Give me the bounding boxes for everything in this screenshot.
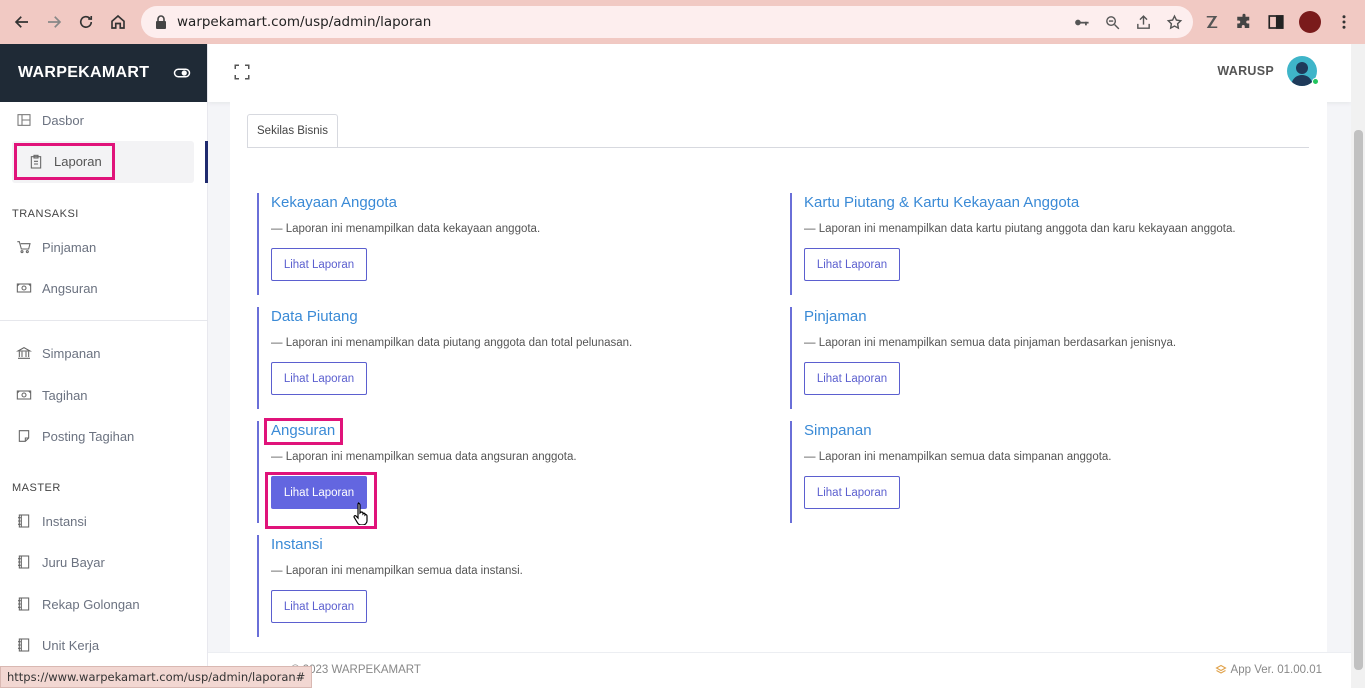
report-title[interactable]: Kartu Piutang & Kartu Kekayaan Anggota <box>804 194 1236 211</box>
share-icon[interactable] <box>1135 14 1152 31</box>
sidebar-item-instansi[interactable]: Instansi <box>0 506 208 536</box>
report-description: — Laporan ini menampilkan data kekayaan … <box>271 223 541 235</box>
report-instansi: Instansi — Laporan ini menampilkan semua… <box>257 535 523 637</box>
extensions-icon[interactable] <box>1235 13 1253 31</box>
username[interactable]: WARUSP <box>1217 64 1274 78</box>
report-title[interactable]: Instansi <box>271 536 523 553</box>
sidebar-item-pinjaman[interactable]: Pinjaman <box>0 232 208 262</box>
report-description: — Laporan ini menampilkan semua data ang… <box>271 451 577 463</box>
sidebar-divider <box>0 320 208 321</box>
sidebar-item-rekap-golongan[interactable]: Rekap Golongan <box>0 589 208 619</box>
book-icon <box>18 514 30 528</box>
hand-cursor-icon <box>353 502 368 525</box>
browser-toolbar: warpekamart.com/usp/admin/laporan <box>0 0 1365 44</box>
section-master: MASTER <box>12 482 61 494</box>
book-icon <box>18 638 30 652</box>
url-text: warpekamart.com/usp/admin/laporan <box>177 14 432 30</box>
sidebar-item-tagihan[interactable]: Tagihan <box>0 380 208 410</box>
book-icon <box>18 597 30 611</box>
report-data-piutang: Data Piutang — Laporan ini menampilkan d… <box>257 307 632 409</box>
status-url: https://www.warpekamart.com/usp/admin/la… <box>0 666 313 688</box>
report-description: — Laporan ini menampilkan semua data ins… <box>271 565 523 577</box>
scrollbar-thumb[interactable] <box>1354 130 1363 670</box>
section-transaksi: TRANSAKSI <box>12 208 79 220</box>
report-description: — Laporan ini menampilkan semua data sim… <box>804 451 1112 463</box>
sidebar-item-label: Angsuran <box>42 280 98 296</box>
address-bar[interactable]: warpekamart.com/usp/admin/laporan <box>141 6 1193 38</box>
fullscreen-icon[interactable] <box>233 63 251 81</box>
zoom-icon[interactable] <box>1104 14 1121 31</box>
report-kekayaan-anggota: Kekayaan Anggota — Laporan ini menampilk… <box>257 193 540 295</box>
report-card: Sekilas Bisnis Kekayaan Anggota — Lapora… <box>230 102 1327 652</box>
sidebar-item-simpanan[interactable]: Simpanan <box>0 338 208 368</box>
lihat-laporan-button[interactable]: Lihat Laporan <box>804 362 900 395</box>
active-indicator <box>205 141 208 183</box>
menu-kebab-icon[interactable] <box>1335 13 1353 31</box>
report-simpanan: Simpanan — Laporan ini menampilkan semua… <box>790 421 1112 523</box>
highlight-angsuran-title <box>264 418 343 445</box>
sidebar-item-label: Juru Bayar <box>42 554 105 570</box>
sidebar-item-label: Instansi <box>42 513 87 529</box>
page-footer: © 2023 WARPEKAMART App Ver. 01.00.01 <box>208 652 1351 688</box>
lihat-laporan-button[interactable]: Lihat Laporan <box>804 248 900 281</box>
clipboard-icon <box>30 154 42 169</box>
report-title[interactable]: Data Piutang <box>271 308 632 325</box>
lihat-laporan-button[interactable]: Lihat Laporan <box>271 362 367 395</box>
tab-sekilas-bisnis[interactable]: Sekilas Bisnis <box>247 114 338 147</box>
sidebar: WARPEKAMART Dasbor Laporan TRANSAKSI Pin… <box>0 44 208 688</box>
version-text: App Ver. 01.00.01 <box>1230 664 1322 676</box>
sidebar-item-label: Posting Tagihan <box>42 428 135 444</box>
sidepanel-icon[interactable] <box>1267 13 1285 31</box>
sidebar-item-label: Rekap Golongan <box>42 596 140 612</box>
dashboard-icon <box>17 114 31 126</box>
sidebar-item-label: Pinjaman <box>42 239 97 255</box>
back-icon[interactable] <box>6 6 38 38</box>
report-title[interactable]: Kekayaan Anggota <box>271 194 540 211</box>
lihat-laporan-button[interactable]: Lihat Laporan <box>271 248 367 281</box>
sidebar-item-label: Simpanan <box>42 345 101 361</box>
report-description: — Laporan ini menampilkan data piutang a… <box>271 337 633 349</box>
sidebar-item-posting-tagihan[interactable]: Posting Tagihan <box>0 421 208 451</box>
forward-icon[interactable] <box>38 6 70 38</box>
report-title[interactable]: Pinjaman <box>804 308 1176 325</box>
toggle-icon[interactable] <box>173 64 191 82</box>
bank-icon <box>16 347 32 359</box>
brand-name: WARPEKAMART <box>18 64 150 81</box>
cart-icon <box>17 241 31 254</box>
sidebar-item-laporan[interactable]: Laporan <box>14 143 115 180</box>
report-description: — Laporan ini menampilkan semua data pin… <box>804 337 1177 349</box>
top-header: WARUSP <box>208 44 1351 102</box>
reload-icon[interactable] <box>70 6 102 38</box>
tab-divider <box>247 147 1309 148</box>
layers-icon <box>1214 664 1227 674</box>
star-icon[interactable] <box>1166 13 1183 31</box>
profile-avatar[interactable] <box>1299 11 1321 33</box>
report-title[interactable]: Simpanan <box>804 422 1112 439</box>
sidebar-item-angsuran[interactable]: Angsuran <box>0 273 208 303</box>
report-pinjaman: Pinjaman — Laporan ini menampilkan semua… <box>790 307 1176 409</box>
key-icon[interactable] <box>1073 14 1090 31</box>
sidebar-item-juru-bayar[interactable]: Juru Bayar <box>0 547 208 577</box>
brand-header: WARPEKAMART <box>0 44 207 102</box>
report-description: — Laporan ini menampilkan data kartu piu… <box>804 223 1236 235</box>
home-icon[interactable] <box>102 6 134 38</box>
lihat-laporan-button[interactable]: Lihat Laporan <box>271 590 367 623</box>
sidebar-item-label: Unit Kerja <box>42 637 100 653</box>
money-icon <box>16 283 32 293</box>
money-icon <box>16 390 32 400</box>
report-kartu-piutang: Kartu Piutang & Kartu Kekayaan Anggota —… <box>790 193 1236 295</box>
page-scrollbar[interactable] <box>1351 44 1365 688</box>
sidebar-item-label: Dasbor <box>42 112 84 128</box>
app-version: App Ver. 01.00.01 <box>1214 664 1322 676</box>
sidebar-item-label: Laporan <box>54 154 102 169</box>
z-extension-icon[interactable] <box>1203 13 1221 31</box>
note-icon <box>18 430 30 442</box>
lock-icon <box>156 15 166 29</box>
sidebar-item-dasbor[interactable]: Dasbor <box>0 105 208 135</box>
sidebar-item-label: Tagihan <box>42 387 88 403</box>
online-indicator <box>1312 78 1319 85</box>
lihat-laporan-button[interactable]: Lihat Laporan <box>804 476 900 509</box>
book-icon <box>18 555 30 569</box>
sidebar-item-unit-kerja[interactable]: Unit Kerja <box>0 630 208 660</box>
